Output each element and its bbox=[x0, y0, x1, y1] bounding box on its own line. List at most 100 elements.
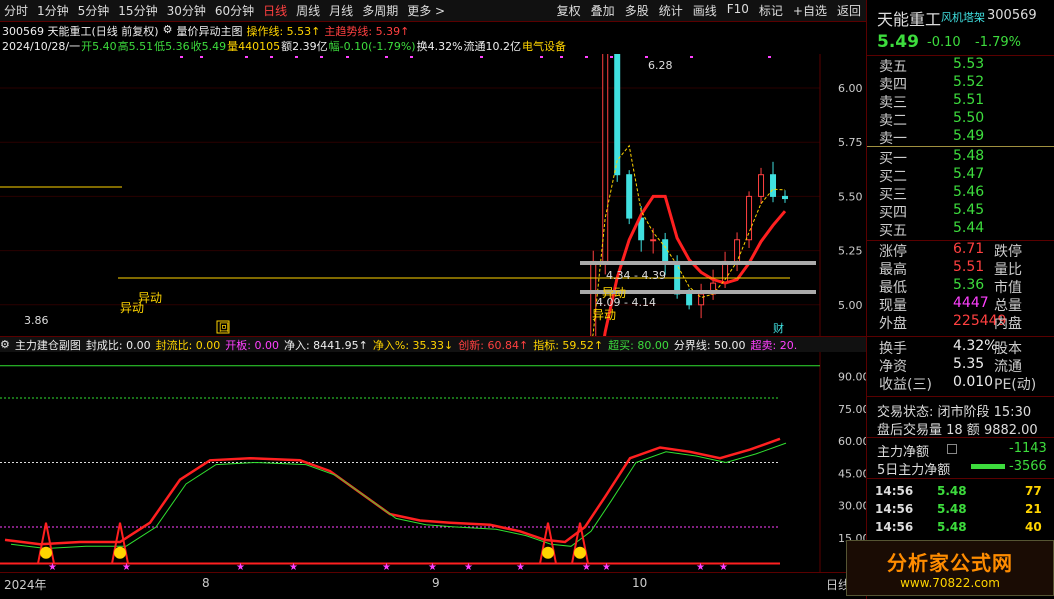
tick-row[interactable]: 14:56 5.48 40 bbox=[875, 520, 1054, 538]
close-label: 收5.49 bbox=[190, 40, 227, 53]
sub-label-6: 指标: 59.52↑ bbox=[533, 338, 604, 352]
period-tab-10[interactable]: 更多 > bbox=[403, 2, 450, 19]
toolbar-button-1[interactable]: 叠加 bbox=[586, 2, 620, 19]
kline-chart[interactable]: 6.005.755.505.255.004.754.504.254.006.28… bbox=[0, 54, 866, 336]
stat-row-1: 最高 5.51 量比 bbox=[867, 259, 1054, 278]
high-label: 6.28 bbox=[648, 59, 673, 72]
gear-icon[interactable]: ⚙ bbox=[0, 338, 10, 351]
sub-chart-header: ⚙ 主力建仓副图 封成比: 0.00 封流比: 0.00 开板: 0.00 净入: 8… bbox=[0, 336, 866, 352]
top-marker bbox=[180, 56, 183, 58]
sub-indicator-chart[interactable]: 90.0075.0060.0045.0030.0015.00★★★★★★★★★★… bbox=[0, 352, 866, 572]
bid-row-0: 买一 5.48 bbox=[867, 148, 1054, 167]
indicator-name[interactable]: 量价异动主图 bbox=[176, 23, 242, 38]
top-marker bbox=[610, 56, 613, 58]
x-label-aug: 8 bbox=[202, 576, 210, 590]
stat2-row-0: 换手 4.32% 股本 bbox=[867, 338, 1054, 357]
ask-key: 卖二 bbox=[879, 113, 907, 129]
period-tab-6[interactable]: 日线 bbox=[259, 2, 292, 19]
period-tab-9[interactable]: 多周期 bbox=[358, 2, 403, 19]
float-label: 流通10.2亿 bbox=[463, 40, 522, 53]
toolbar-button-2[interactable]: 多股 bbox=[620, 2, 654, 19]
gear-icon[interactable]: ⚙ bbox=[163, 23, 173, 38]
stat-value: 4447 bbox=[953, 295, 989, 311]
date-label: 2024/10/28/一 bbox=[2, 40, 81, 53]
top-marker bbox=[200, 56, 203, 58]
bid-row-1: 买二 5.47 bbox=[867, 166, 1054, 185]
quote-panel: 天能重工 风机塔架 300569 5.49 -0.10 -1.79% 卖五 5.5… bbox=[866, 0, 1054, 599]
tick-row[interactable]: 14:56 5.48 77 bbox=[875, 484, 1054, 502]
period-tab-7[interactable]: 周线 bbox=[292, 2, 325, 19]
period-tab-3[interactable]: 15分钟 bbox=[114, 2, 162, 19]
sub-label-9: 超卖: 20. bbox=[750, 338, 798, 352]
toolbar-button-0[interactable]: 复权 bbox=[552, 2, 586, 19]
period-toolbar: 分时 1分钟 5分钟 15分钟 30分钟 60分钟 日线 周线 月线 多周期 更多 > 复权 叠加 多股统… bbox=[0, 0, 866, 22]
y-tick-label: 6.00 bbox=[838, 82, 863, 95]
stat2-key: 换手 bbox=[879, 341, 907, 357]
top-marker bbox=[540, 56, 543, 58]
tick-price: 5.48 bbox=[937, 502, 967, 516]
candle-body bbox=[662, 239, 669, 262]
star-icon: ★ bbox=[48, 562, 57, 572]
sub-chart-title[interactable]: 主力建仓副图 bbox=[15, 337, 81, 352]
stat-value: 5.36 bbox=[953, 277, 985, 293]
period-tab-2[interactable]: 5分钟 bbox=[74, 2, 115, 19]
stat-row-0: 涨停 6.71 跌停 bbox=[867, 241, 1054, 260]
period-tab-4[interactable]: 30分钟 bbox=[163, 2, 211, 19]
tick-price: 5.48 bbox=[937, 484, 967, 498]
trend-line-label: 主趋势线: 5.39↑ bbox=[324, 25, 410, 38]
tick-time: 14:56 bbox=[875, 484, 914, 498]
stat-key2: 跌停 bbox=[994, 244, 1022, 260]
sub-label-5: 创新: 60.84↑ bbox=[458, 338, 529, 352]
toolbar-button-6[interactable]: 标记 bbox=[754, 2, 788, 19]
candle-body bbox=[650, 239, 657, 242]
period-tab-1[interactable]: 1分钟 bbox=[33, 2, 74, 19]
ask-value: 5.53 bbox=[953, 56, 985, 72]
top-marker bbox=[270, 56, 273, 58]
range-label-1: 4.34 - 4.39 bbox=[606, 269, 666, 282]
ask-row-4: 卖一 5.49 bbox=[867, 128, 1054, 147]
stat2-row-2: 收益(三) 0.010 PE(动) bbox=[867, 374, 1054, 393]
candle-body bbox=[770, 174, 777, 197]
toolbar-right: 复权 叠加 多股 统计 画线 F10 标记 +自选 返回 bbox=[552, 2, 866, 19]
bid-row-3: 买四 5.45 bbox=[867, 202, 1054, 221]
toolbar-button-5[interactable]: F10 bbox=[722, 2, 754, 19]
mini-chart-icon[interactable] bbox=[947, 444, 957, 454]
bid-value: 5.47 bbox=[953, 166, 985, 182]
star-icon: ★ bbox=[382, 562, 391, 572]
candle-body bbox=[782, 195, 788, 200]
tick-price: 5.48 bbox=[937, 520, 967, 534]
sub-y-tick: 60.00 bbox=[838, 435, 866, 448]
low-label: 低5.36 bbox=[154, 40, 190, 53]
top-marker bbox=[320, 56, 323, 58]
toolbar-button-4[interactable]: 画线 bbox=[688, 2, 722, 19]
star-icon: ★ bbox=[122, 562, 131, 572]
stat-key: 现量 bbox=[879, 298, 907, 314]
bid-value: 5.46 bbox=[953, 184, 985, 200]
tick-time: 14:56 bbox=[875, 520, 914, 534]
stat2-key2: PE(动) bbox=[994, 377, 1037, 393]
price-change-pct: -1.79% bbox=[975, 35, 1021, 50]
bid-value: 5.45 bbox=[953, 202, 985, 218]
period-tab-5[interactable]: 60分钟 bbox=[211, 2, 259, 19]
star-icon: ★ bbox=[696, 562, 705, 572]
ask-value: 5.49 bbox=[953, 128, 985, 144]
tick-row[interactable]: 14:56 5.48 21 bbox=[875, 502, 1054, 520]
toolbar-button-8[interactable]: 返回 bbox=[832, 2, 866, 19]
star-icon: ★ bbox=[516, 562, 525, 572]
top-marker bbox=[645, 56, 648, 58]
sub-y-tick: 90.00 bbox=[838, 371, 866, 384]
sub-label-1: 封流比: 0.00 bbox=[155, 338, 221, 352]
op-line-label: 操作线: 5.53↑ bbox=[246, 25, 321, 38]
period-tab-0[interactable]: 分时 bbox=[0, 2, 33, 19]
change-label: 幅-0.10(-1.79%) bbox=[328, 40, 416, 53]
toolbar-button-7[interactable]: +自选 bbox=[788, 2, 832, 19]
industry-tag[interactable]: 风机塔架 bbox=[941, 9, 985, 25]
bid-key: 买一 bbox=[879, 151, 907, 167]
face-icon bbox=[542, 546, 554, 559]
high-label: 高5.51 bbox=[117, 40, 154, 53]
period-tab-8[interactable]: 月线 bbox=[325, 2, 358, 19]
toolbar-button-3[interactable]: 统计 bbox=[654, 2, 688, 19]
candle-body bbox=[614, 54, 621, 176]
star-icon: ★ bbox=[236, 562, 245, 572]
code-name: 300569 天能重工(日线 前复权) bbox=[2, 25, 159, 38]
